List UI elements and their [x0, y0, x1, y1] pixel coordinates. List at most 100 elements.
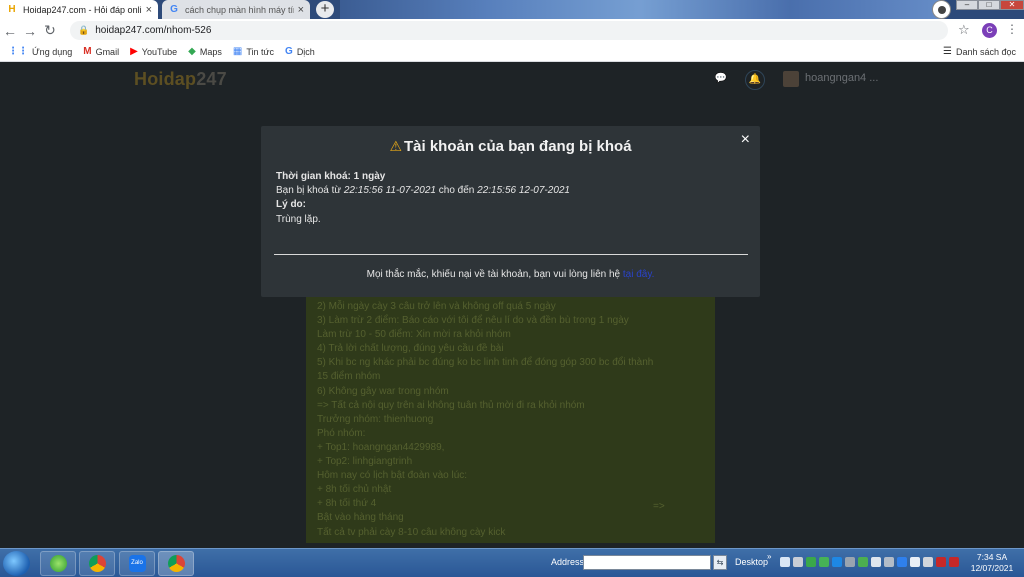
modal-title: ⚠ Tài khoản của bạn đang bị khoá: [261, 138, 760, 155]
logo-number: 247: [196, 69, 227, 89]
chrome-icon: [167, 555, 185, 572]
tray-app-icon[interactable]: [832, 557, 842, 567]
system-tray: [780, 557, 959, 567]
divider: [274, 254, 748, 255]
tray-app-icon[interactable]: [910, 557, 920, 567]
address-toolbar-input[interactable]: [583, 555, 711, 570]
address-bar[interactable]: 🔒 hoidap247.com/nhom-526: [70, 21, 948, 40]
taskbar-app-chrome[interactable]: [158, 551, 194, 576]
bookmark-apps[interactable]: ⋮⋮ Ứng dụng: [8, 46, 72, 57]
bookmark-news[interactable]: ▦ Tin tức: [233, 46, 274, 57]
lock-to-time: 22:15:56 12-07-2021: [477, 185, 570, 197]
username[interactable]: hoangngan4 ...: [805, 72, 878, 84]
unikey-icon[interactable]: [949, 557, 959, 567]
tab-google-search[interactable]: G cách chụp màn hình máy tính - T ×: [162, 0, 310, 19]
maximize-button[interactable]: □: [978, 0, 1000, 10]
hoidap-favicon-icon: H: [8, 4, 16, 15]
close-window-button[interactable]: ✕: [1000, 0, 1024, 10]
warning-icon: ⚠: [389, 138, 402, 154]
bookmark-maps[interactable]: ◆ Maps: [188, 46, 222, 57]
tab-hoidap247[interactable]: H Hoidap247.com - Hỏi đáp online ×: [0, 0, 158, 19]
bookmark-label: Dịch: [296, 46, 315, 57]
tray-app-icon[interactable]: [780, 557, 790, 567]
url-text: hoidap247.com/nhom-526: [95, 25, 212, 36]
reload-icon[interactable]: ↻: [40, 22, 60, 39]
chat-icon[interactable]: 💬: [711, 70, 731, 90]
lock-prefix: Bạn bị khoá từ: [276, 185, 342, 197]
close-tab-icon[interactable]: ×: [298, 4, 304, 16]
tab-title: Hoidap247.com - Hỏi đáp online: [23, 4, 142, 15]
lock-duration: Thời gian khoá: 1 ngày: [276, 171, 386, 182]
reading-list-icon: ☰: [942, 46, 952, 57]
bookmark-translate[interactable]: G Dịch: [285, 46, 315, 57]
go-arrow-icon[interactable]: ⇆: [713, 555, 727, 570]
logo-text: Hoidap: [134, 69, 197, 89]
taskbar-app-zalo[interactable]: Zalo: [119, 551, 155, 576]
maps-icon: ◆: [188, 46, 196, 57]
bookmark-label: Tin tức: [246, 46, 275, 57]
tray-app-icon[interactable]: [858, 557, 868, 567]
footer-text: Mọi thắc mắc, khiếu nại về tài khoản, bạ…: [366, 269, 621, 280]
tray-app-icon[interactable]: [897, 557, 907, 567]
google-favicon-icon: G: [170, 4, 178, 15]
taskbar-app-coccoc[interactable]: [40, 551, 76, 576]
bookmark-label: YouTube: [141, 46, 178, 57]
tray-app-icon[interactable]: [806, 557, 816, 567]
reading-list-button[interactable]: ☰ Danh sách đọc: [943, 46, 1016, 57]
bookmark-star-icon[interactable]: ☆: [958, 22, 970, 38]
rule-line: Hôm nay có lịch bật đoàn vào lúc:: [317, 470, 468, 482]
network-icon[interactable]: [923, 557, 933, 567]
volume-icon[interactable]: [884, 557, 894, 567]
zalo-icon: Zalo: [128, 555, 146, 572]
rule-line: + 8h tối thứ 4: [317, 498, 377, 510]
back-arrow-icon[interactable]: ←: [0, 23, 20, 39]
apps-grid-icon: ⋮⋮: [8, 46, 28, 57]
taskbar-app-chrome-profile[interactable]: [79, 551, 115, 576]
notification-bell-icon[interactable]: 🔔: [745, 70, 765, 90]
signal-icon[interactable]: [871, 557, 881, 567]
windows-taskbar: Zalo Address ⇆ Desktop » 7:34 SA 12/07/2…: [0, 548, 1024, 577]
reading-list-label: Danh sách đọc: [955, 46, 1016, 57]
tray-app-icon[interactable]: [819, 557, 829, 567]
chevron-right-icon[interactable]: »: [767, 552, 771, 561]
rule-line: Bật vào hàng tháng: [317, 512, 404, 524]
rule-line: 15 điểm nhóm: [317, 371, 381, 383]
start-button[interactable]: [3, 551, 30, 576]
rule-line: 3) Làm trừ 2 điểm: Báo cáo với tôi để nê…: [317, 315, 629, 327]
bookmark-youtube[interactable]: ▶ YouTube: [130, 46, 177, 57]
new-tab-button[interactable]: +: [316, 1, 334, 18]
bookmark-label: Maps: [199, 46, 222, 57]
contact-link[interactable]: tại đây.: [623, 269, 655, 280]
rule-line: 6) Không gây war trong nhóm: [317, 385, 449, 397]
modal-title-text: Tài khoản của bạn đang bị khoá: [404, 138, 632, 155]
browser-tabstrip: H Hoidap247.com - Hỏi đáp online × G các…: [0, 0, 1024, 19]
forward-arrow-icon[interactable]: →: [20, 23, 40, 39]
lock-icon[interactable]: 🔒: [78, 25, 89, 36]
profile-avatar[interactable]: C: [982, 23, 997, 38]
profile-menu-icon[interactable]: [932, 0, 951, 19]
tray-app-icon[interactable]: [793, 557, 803, 567]
system-clock[interactable]: 7:34 SA 12/07/2021: [964, 552, 1020, 574]
close-tab-icon[interactable]: ×: [146, 4, 152, 16]
news-icon: ▦: [232, 46, 243, 57]
site-logo[interactable]: Hoidap247: [134, 69, 227, 90]
desktop-toolbar-label[interactable]: Desktop: [735, 557, 768, 567]
clock-time: 7:34 SA: [976, 552, 1008, 562]
reason-text: Trùng lặp.: [276, 213, 321, 225]
minimize-button[interactable]: –: [956, 0, 978, 10]
unikey-icon[interactable]: [936, 557, 946, 567]
menu-dots-icon[interactable]: ⋮: [1006, 22, 1018, 36]
tray-app-icon[interactable]: [845, 557, 855, 567]
desktop-wallpaper-strip: [340, 0, 940, 19]
bookmark-gmail[interactable]: M Gmail: [83, 46, 119, 57]
address-toolbar-label: Address: [551, 557, 585, 567]
account-locked-modal: × ⚠ Tài khoản của bạn đang bị khoá Thời g…: [261, 126, 760, 297]
bookmark-label: Gmail: [95, 46, 120, 57]
clock-date: 12/07/2021: [970, 563, 1014, 573]
gmail-icon: M: [83, 46, 92, 57]
browser-toolbar: ← → ↻ 🔒 hoidap247.com/nhom-526 ☆ C ⋮: [0, 19, 1024, 42]
youtube-icon: ▶: [130, 46, 138, 57]
rule-line: 5) Khi bc ng khác phải bc đúng ko bc lin…: [317, 357, 654, 369]
user-avatar[interactable]: [783, 71, 799, 87]
rule-line: 2) Mỗi ngày cày 3 câu trở lên và không o…: [317, 301, 556, 312]
